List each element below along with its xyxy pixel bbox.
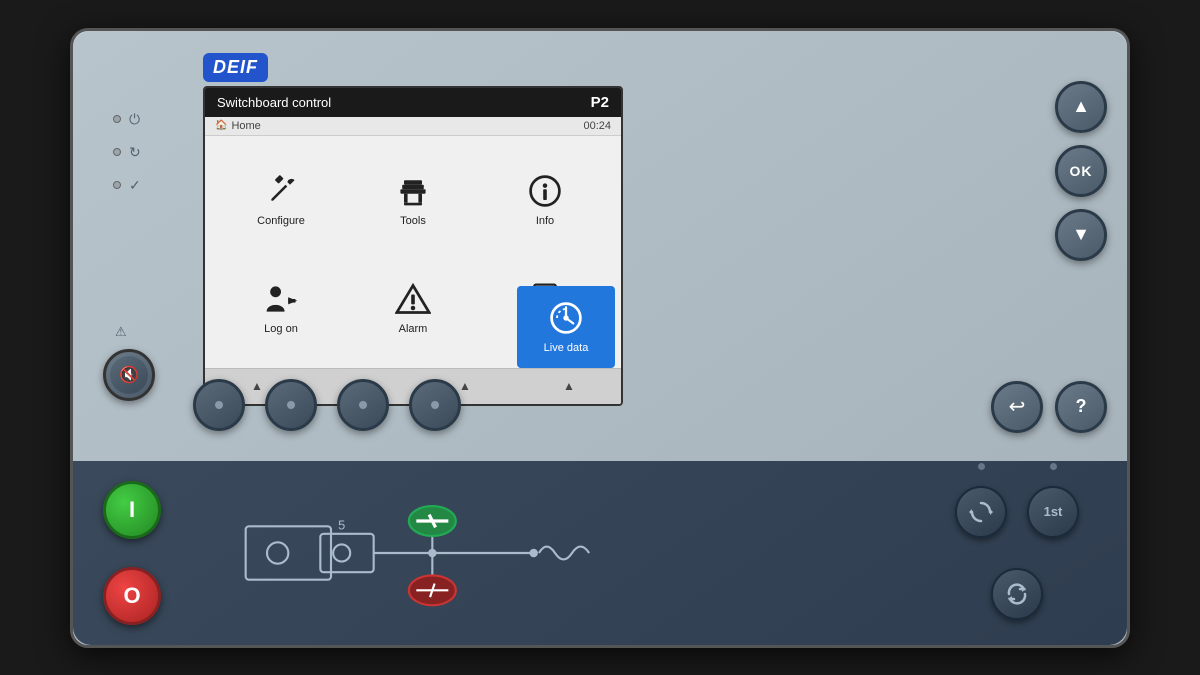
- refresh-icon: ↻: [129, 144, 141, 161]
- alarm-triangle-indicator: ⚠: [115, 323, 127, 341]
- home-icon: 🏠: [215, 120, 227, 131]
- bottom-softkey-buttons: [193, 379, 461, 431]
- down-button[interactable]: ▼: [1055, 209, 1107, 261]
- nav-home-label: Home: [231, 120, 260, 132]
- softkey-button-2[interactable]: [265, 379, 317, 431]
- diagram-area: 5: [203, 461, 683, 645]
- sync-button-group: [955, 486, 1007, 538]
- softkey-2-dot: [287, 401, 295, 409]
- menu-info-label: Info: [536, 215, 554, 227]
- screen-header: Switchboard control P2: [205, 88, 621, 117]
- power-led: [113, 115, 121, 123]
- svg-text:5: 5: [338, 517, 345, 532]
- check-led: [113, 181, 121, 189]
- menu-alarm-label: Alarm: [399, 323, 428, 335]
- menu-livedata[interactable]: Live data: [517, 286, 615, 368]
- loop-button-group: [991, 568, 1043, 620]
- menu-info[interactable]: Info: [479, 146, 611, 254]
- stop-button[interactable]: O: [103, 567, 161, 625]
- screen-title: Switchboard control: [217, 95, 331, 110]
- screen-time: 00:24: [583, 120, 611, 132]
- screen-container: Switchboard control P2 🏠 Home 00:24: [203, 86, 977, 406]
- right-nav-buttons: ▲ OK ▼: [1055, 81, 1107, 261]
- bottom-panel: I O 5: [73, 461, 1127, 645]
- screen-nav: 🏠 Home 00:24: [205, 117, 621, 136]
- menu-logon[interactable]: Log on: [215, 254, 347, 362]
- help-button[interactable]: ?: [1055, 381, 1107, 433]
- softkey-4-arrow: ▲: [563, 379, 575, 393]
- alarm-mute-button[interactable]: 🔇: [103, 349, 155, 401]
- logon-icon: [263, 281, 299, 317]
- first-button-group: 1st: [1027, 486, 1079, 538]
- nav-home-area: 🏠 Home: [215, 120, 261, 132]
- left-indicators: ⏻ ↻ ✓: [113, 111, 141, 194]
- first-label: 1st: [1044, 504, 1063, 519]
- softkey-1-dot: [215, 401, 223, 409]
- power-indicator: ⏻: [113, 111, 141, 128]
- softkey-3-dot: [359, 401, 367, 409]
- refresh-led: [113, 148, 121, 156]
- device: DEIF ⏻ ↻ ✓ ⚠ 🔇: [70, 28, 1130, 648]
- sync-led: [978, 463, 985, 470]
- ok-button[interactable]: OK: [1055, 145, 1107, 197]
- menu-tools-label: Tools: [400, 215, 426, 227]
- menu-alarm[interactable]: Alarm: [347, 254, 479, 362]
- alarm-mute-icon: 🔇: [110, 356, 148, 394]
- screen-page: P2: [591, 94, 609, 111]
- menu-configure-label: Configure: [257, 215, 305, 227]
- circuit-diagram: 5: [203, 461, 683, 645]
- loop-button[interactable]: [991, 568, 1043, 620]
- refresh-indicator: ↻: [113, 144, 141, 161]
- check-icon: ✓: [129, 177, 141, 194]
- alarm-icon: [395, 281, 431, 317]
- softkey-button-1[interactable]: [193, 379, 245, 431]
- wrench-icon: [263, 173, 299, 209]
- screen: Switchboard control P2 🏠 Home 00:24: [203, 86, 623, 406]
- bottom-control-row: [991, 568, 1043, 620]
- softkey-4-dot: [431, 401, 439, 409]
- sync-icon: [968, 499, 994, 525]
- top-panel: DEIF ⏻ ↻ ✓ ⚠ 🔇: [73, 31, 1127, 461]
- right-bottom-controls: 1st: [937, 471, 1097, 635]
- menu-livedata-label: Live data: [544, 342, 589, 354]
- loop-icon: [1004, 581, 1030, 607]
- first-led: [1050, 463, 1057, 470]
- menu-tools[interactable]: Tools: [347, 146, 479, 254]
- sync-button[interactable]: [955, 486, 1007, 538]
- start-button[interactable]: I: [103, 481, 161, 539]
- power-icon: ⏻: [129, 111, 140, 128]
- check-indicator: ✓: [113, 177, 141, 194]
- tools-icon: [395, 173, 431, 209]
- up-button[interactable]: ▲: [1055, 81, 1107, 133]
- livedata-icon: [548, 300, 584, 336]
- back-button[interactable]: ↩: [991, 381, 1043, 433]
- info-icon: [527, 173, 563, 209]
- deif-logo: DEIF: [203, 53, 268, 82]
- menu-configure[interactable]: Configure: [215, 146, 347, 254]
- softkey-button-3[interactable]: [337, 379, 389, 431]
- svg-text:🔇: 🔇: [119, 365, 139, 384]
- first-button[interactable]: 1st: [1027, 486, 1079, 538]
- top-control-row: 1st: [955, 486, 1079, 538]
- menu-logon-label: Log on: [264, 323, 298, 335]
- softkey-button-4[interactable]: [409, 379, 461, 431]
